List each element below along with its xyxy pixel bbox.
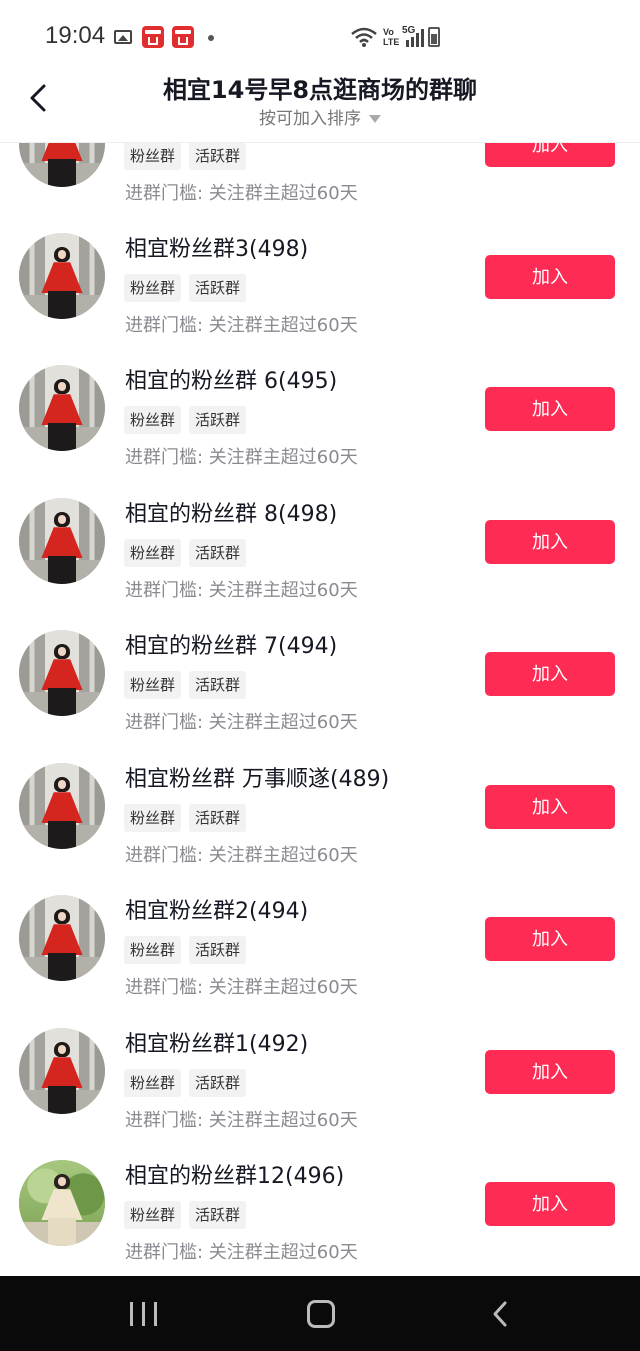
tag-list: 粉丝群 活跃群	[124, 1069, 254, 1097]
wifi-icon	[351, 27, 377, 47]
join-button[interactable]: 加入	[485, 143, 615, 167]
list-item[interactable]: 相宜的粉丝群12(496) 粉丝群 活跃群 进群门槛: 关注群主超过60天 加入	[0, 1146, 640, 1275]
recents-icon[interactable]	[130, 1302, 158, 1326]
join-button[interactable]: 加入	[485, 785, 615, 829]
tag-active-group: 活跃群	[189, 936, 247, 964]
join-threshold: 进群门槛: 关注群主超过60天	[125, 977, 358, 998]
tag-fan-group: 粉丝群	[124, 804, 182, 832]
avatar	[19, 233, 105, 319]
tag-active-group: 活跃群	[189, 671, 247, 699]
header: 相宜14号早8点逛商场的群聊 按可加入排序	[0, 62, 640, 143]
status-time: 19:04	[45, 22, 106, 49]
battery-icon	[428, 27, 440, 47]
tag-list: 粉丝群 活跃群	[124, 1201, 254, 1229]
app-notification-icon	[172, 26, 194, 48]
back-icon[interactable]	[487, 1300, 515, 1328]
avatar	[19, 143, 105, 187]
avatar	[19, 630, 105, 716]
list-item[interactable]: 相宜粉丝群3(498) 粉丝群 活跃群 进群门槛: 关注群主超过60天 加入	[0, 219, 640, 351]
join-threshold: 进群门槛: 关注群主超过60天	[125, 447, 358, 468]
avatar	[19, 763, 105, 849]
tag-fan-group: 粉丝群	[124, 143, 182, 170]
group-name: 相宜的粉丝群 6(495)	[125, 369, 338, 394]
join-button[interactable]: 加入	[485, 917, 615, 961]
group-name: 相宜粉丝群1(492)	[125, 1032, 309, 1057]
join-threshold: 进群门槛: 关注群主超过60天	[125, 1110, 358, 1131]
list-item[interactable]: 相宜的粉丝群 6(495) 粉丝群 活跃群 进群门槛: 关注群主超过60天 加入	[0, 351, 640, 483]
page-title: 相宜14号早8点逛商场的群聊	[162, 76, 478, 104]
join-threshold: 进群门槛: 关注群主超过60天	[125, 1242, 358, 1263]
join-button[interactable]: 加入	[485, 387, 615, 431]
list-item[interactable]: 相宜粉丝群1(492) 粉丝群 活跃群 进群门槛: 关注群主超过60天 加入	[0, 1014, 640, 1146]
avatar	[19, 365, 105, 451]
tag-active-group: 活跃群	[189, 1069, 247, 1097]
group-list[interactable]: 粉丝群 活跃群 进群门槛: 关注群主超过60天 加入 相宜粉丝群3(498) 粉丝…	[0, 143, 640, 1275]
tag-active-group: 活跃群	[189, 274, 247, 302]
dot-icon	[208, 35, 214, 41]
list-item[interactable]: 相宜粉丝群 万事顺遂(489) 粉丝群 活跃群 进群门槛: 关注群主超过60天 加…	[0, 749, 640, 881]
tag-fan-group: 粉丝群	[124, 936, 182, 964]
avatar	[19, 1160, 105, 1246]
group-name: 相宜粉丝群3(498)	[125, 237, 309, 262]
join-button[interactable]: 加入	[485, 652, 615, 696]
tag-list: 粉丝群 活跃群	[124, 671, 254, 699]
tag-fan-group: 粉丝群	[124, 1201, 182, 1229]
join-threshold: 进群门槛: 关注群主超过60天	[125, 183, 358, 204]
tag-fan-group: 粉丝群	[124, 274, 182, 302]
avatar	[19, 895, 105, 981]
join-button[interactable]: 加入	[485, 1182, 615, 1226]
join-threshold: 进群门槛: 关注群主超过60天	[125, 315, 358, 336]
sort-label: 按可加入排序	[259, 109, 361, 129]
volte-icon: Vo LTE	[383, 27, 400, 47]
caret-down-icon	[369, 115, 381, 123]
group-name: 相宜粉丝群2(494)	[125, 899, 309, 924]
avatar	[19, 1028, 105, 1114]
tag-active-group: 活跃群	[189, 804, 247, 832]
gallery-icon	[114, 30, 132, 44]
group-name: 相宜的粉丝群 7(494)	[125, 634, 338, 659]
tag-list: 粉丝群 活跃群	[124, 804, 254, 832]
tag-list: 粉丝群 活跃群	[124, 143, 254, 170]
status-bar: 19:04 Vo LTE 5G	[0, 0, 640, 70]
tag-list: 粉丝群 活跃群	[124, 406, 254, 434]
tag-list: 粉丝群 活跃群	[124, 274, 254, 302]
tag-list: 粉丝群 活跃群	[124, 539, 254, 567]
group-name: 相宜的粉丝群12(496)	[125, 1164, 345, 1189]
avatar	[19, 498, 105, 584]
tag-fan-group: 粉丝群	[124, 539, 182, 567]
tag-list: 粉丝群 活跃群	[124, 936, 254, 964]
tag-fan-group: 粉丝群	[124, 1069, 182, 1097]
tag-fan-group: 粉丝群	[124, 671, 182, 699]
app-notification-icon	[142, 26, 164, 48]
list-item[interactable]: 相宜粉丝群2(494) 粉丝群 活跃群 进群门槛: 关注群主超过60天 加入	[0, 881, 640, 1013]
tag-fan-group: 粉丝群	[124, 406, 182, 434]
join-button[interactable]: 加入	[485, 520, 615, 564]
tag-active-group: 活跃群	[189, 1201, 247, 1229]
join-threshold: 进群门槛: 关注群主超过60天	[125, 845, 358, 866]
list-item[interactable]: 相宜的粉丝群 8(498) 粉丝群 活跃群 进群门槛: 关注群主超过60天 加入	[0, 484, 640, 616]
join-threshold: 进群门槛: 关注群主超过60天	[125, 580, 358, 601]
list-item[interactable]: 相宜的粉丝群 7(494) 粉丝群 活跃群 进群门槛: 关注群主超过60天 加入	[0, 616, 640, 748]
list-item[interactable]: 粉丝群 活跃群 进群门槛: 关注群主超过60天 加入	[0, 143, 640, 219]
tag-active-group: 活跃群	[189, 143, 247, 170]
join-button[interactable]: 加入	[485, 1050, 615, 1094]
join-threshold: 进群门槛: 关注群主超过60天	[125, 712, 358, 733]
group-name: 相宜的粉丝群 8(498)	[125, 502, 338, 527]
home-icon[interactable]	[307, 1300, 335, 1328]
tag-active-group: 活跃群	[189, 539, 247, 567]
tag-active-group: 活跃群	[189, 406, 247, 434]
signal-icon	[406, 29, 424, 47]
join-button[interactable]: 加入	[485, 255, 615, 299]
sort-dropdown[interactable]: 按可加入排序	[0, 104, 640, 129]
system-nav-bar	[0, 1276, 640, 1351]
group-name: 相宜粉丝群 万事顺遂(489)	[125, 767, 390, 792]
